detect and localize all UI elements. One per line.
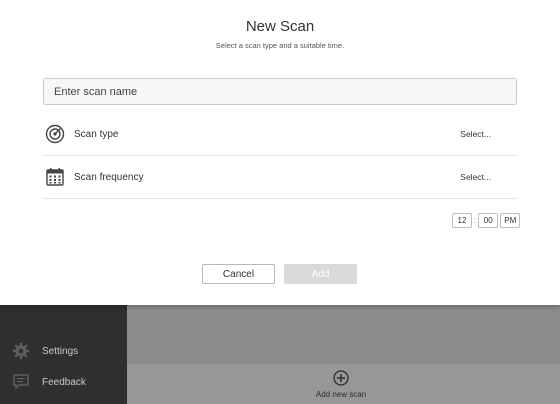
scan-frequency-row[interactable]: Scan frequency Select... (43, 156, 517, 199)
scan-type-row[interactable]: Scan type Select... (43, 113, 517, 156)
plus-circle-icon (333, 370, 349, 386)
scan-frequency-label: Scan frequency (74, 171, 144, 183)
cancel-button[interactable]: Cancel (202, 264, 275, 284)
scan-frequency-select[interactable]: Select... (460, 172, 491, 182)
scan-name-input[interactable] (43, 78, 517, 105)
add-new-scan-button[interactable]: Add new scan (300, 370, 382, 399)
sidebar-item-label: Feedback (42, 376, 86, 388)
hour-field[interactable]: 12 (452, 213, 472, 228)
add-button[interactable]: Add (284, 264, 357, 284)
feedback-icon (12, 373, 30, 391)
new-scan-dialog: New Scan Select a scan type and a suitab… (0, 0, 560, 305)
minute-field[interactable]: 00 (478, 213, 499, 228)
time-separator: : (474, 216, 477, 225)
scan-type-label: Scan type (74, 128, 119, 140)
gear-icon (12, 342, 30, 360)
calendar-icon (45, 167, 65, 187)
dialog-subtitle: Select a scan type and a suitable time. (215, 41, 345, 50)
add-new-scan-label: Add new scan (315, 390, 367, 399)
sidebar-item-settings[interactable]: Settings (12, 342, 78, 360)
dialog-title: New Scan (245, 18, 315, 35)
time-picker: 12 : 00 PM (452, 213, 521, 228)
sidebar-item-label: Settings (42, 345, 79, 357)
scan-type-select[interactable]: Select... (460, 129, 491, 139)
sidebar-item-feedback[interactable]: Feedback (12, 373, 86, 391)
radar-icon (45, 124, 65, 144)
am-pm-toggle[interactable]: PM (500, 213, 521, 228)
